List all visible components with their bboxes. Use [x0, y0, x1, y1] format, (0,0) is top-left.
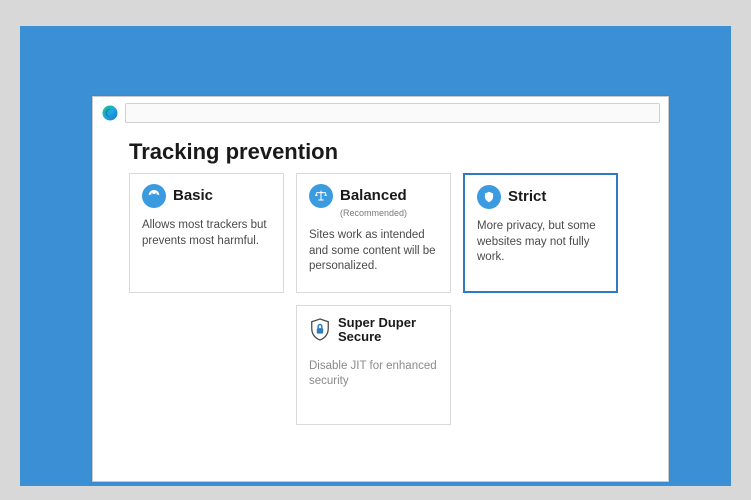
card-title: Super Duper Secure [338, 316, 438, 345]
card-title: Strict [508, 189, 546, 206]
scales-icon [309, 184, 333, 208]
card-header: Balanced [309, 184, 438, 208]
card-desc: Allows most trackers but prevents most h… [142, 218, 271, 249]
card-desc: Disable JIT for enhanced security [309, 359, 438, 390]
address-row [93, 97, 668, 129]
shield-icon [477, 185, 501, 209]
card-desc: Sites work as intended and some content … [309, 228, 438, 275]
tracking-cards: Basic Allows most trackers but prevents … [93, 173, 668, 425]
card-desc: More privacy, but some websites may not … [477, 219, 604, 266]
page-title: Tracking prevention [93, 129, 668, 173]
edge-logo-icon [101, 104, 119, 122]
card-header: Super Duper Secure [309, 316, 438, 345]
card-balanced[interactable]: Balanced (Recommended) Sites work as int… [296, 173, 451, 293]
card-header: Strict [477, 185, 604, 209]
illustration-frame: Tracking prevention Basic Allows most tr… [20, 26, 731, 486]
card-strict[interactable]: Strict More privacy, but some websites m… [463, 173, 618, 293]
card-title: Balanced [340, 188, 407, 205]
lock-shield-icon [309, 317, 331, 343]
browser-window: Tracking prevention Basic Allows most tr… [92, 96, 669, 482]
card-subtitle: (Recommended) [340, 208, 438, 218]
card-header: Basic [142, 184, 271, 208]
face-icon [142, 184, 166, 208]
card-basic[interactable]: Basic Allows most trackers but prevents … [129, 173, 284, 293]
card-title: Basic [173, 188, 213, 205]
address-bar[interactable] [125, 103, 660, 123]
card-super-duper-secure[interactable]: Super Duper Secure Disable JIT for enhan… [296, 305, 451, 425]
